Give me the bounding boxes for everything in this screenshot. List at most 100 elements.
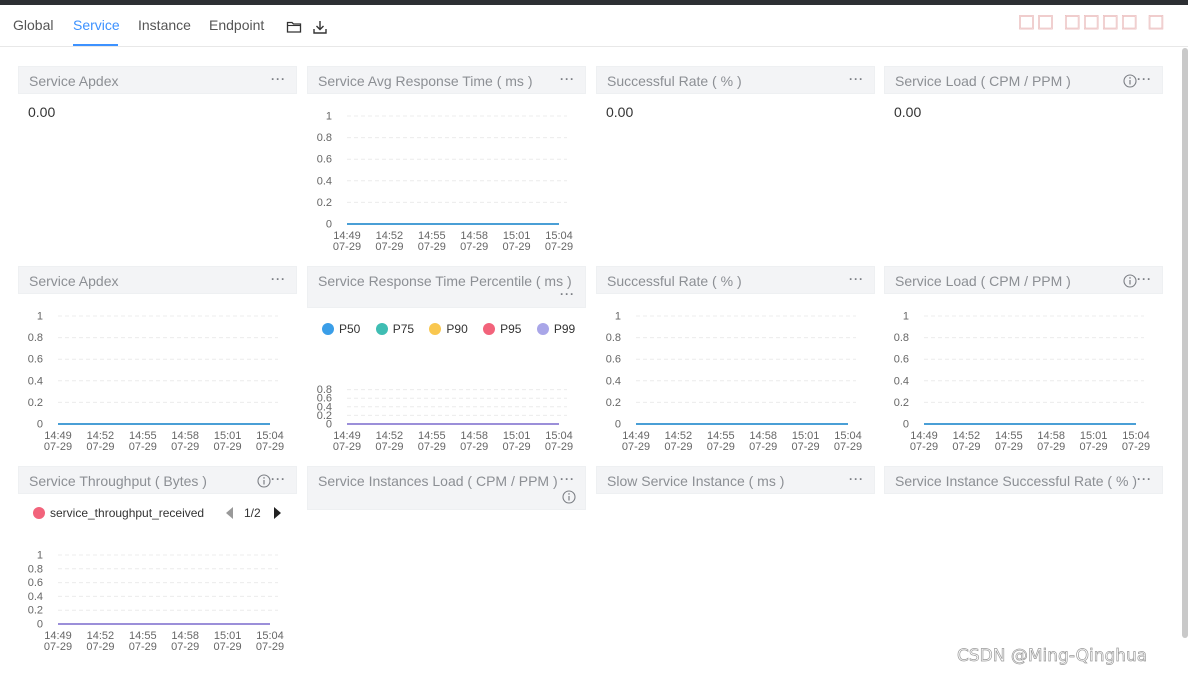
legend-item-p50[interactable]: P50 [322,322,360,336]
prev-page-icon[interactable] [224,506,234,520]
x-tick-date: 07-29 [44,441,72,453]
card-successful-rate: Successful Rate ( % ) ··· 0.00 [596,66,875,256]
more-options-icon[interactable]: ··· [849,72,864,86]
y-tick-label: 0.2 [28,397,43,409]
y-tick-label: 1 [903,311,909,323]
x-tick-date: 07-29 [375,441,403,453]
y-tick-label: 0 [37,619,43,631]
next-page-icon[interactable] [273,506,283,520]
throughput-line-chart: 10.80.60.40.2014:4907-2914:5207-2914:550… [28,550,284,654]
more-options-icon[interactable]: ··· [849,472,864,486]
x-tick-date: 07-29 [171,641,199,653]
x-tick-date: 07-29 [834,441,862,453]
card-title: Service Avg Response Time ( ms ) [318,73,533,89]
legend-item-p75[interactable]: P75 [375,322,415,336]
more-options-icon[interactable]: ··· [1137,272,1152,286]
y-tick-label: 0.4 [317,175,332,187]
card-header: Service Instance Successful Rate ( % ) ·… [884,466,1163,494]
legend-item-throughput-received[interactable]: service_throughput_received [33,506,204,520]
x-tick-date: 07-29 [749,441,777,453]
x-tick-date: 07-29 [792,441,820,453]
x-tick-date: 07-29 [1037,441,1065,453]
y-tick-label: 1 [326,111,332,123]
more-options-icon[interactable]: ··· [271,72,286,86]
card-instance-successful-rate: Service Instance Successful Rate ( % ) ·… [884,466,1163,494]
y-tick-label: 0.4 [28,375,43,387]
card-title: Service Instance Successful Rate ( % ) [895,473,1137,489]
vertical-scrollbar[interactable] [1182,48,1188,638]
more-options-icon[interactable]: ··· [1137,472,1152,486]
card-service-apdex: Service Apdex ··· 0.00 [18,66,297,256]
more-options-icon[interactable]: ··· [560,472,575,486]
legend-label: service_throughput_received [50,506,205,520]
legend-label: P50 [339,322,361,336]
card-title: Successful Rate ( % ) [607,273,742,289]
metric-value: 0.00 [28,104,56,120]
y-tick-label: 0 [37,419,43,431]
legend-marker [375,323,388,335]
x-tick-date: 07-29 [44,641,72,653]
x-tick-date: 07-29 [995,441,1023,453]
card-header: Successful Rate ( % ) ··· [596,66,875,94]
y-tick-label: 0 [326,219,332,231]
card-header: Service Instances Load ( CPM / PPM ) ··· [307,466,586,510]
line-chart: 10.80.60.40.2014:4907-2914:5207-2914:550… [606,311,862,454]
y-tick-label: 0.6 [894,354,909,366]
legend-marker [483,323,496,335]
tab-service[interactable]: Service [73,17,120,33]
x-tick-date: 07-29 [256,441,284,453]
info-icon[interactable] [257,474,271,488]
card-header: Service Apdex ··· [18,266,297,294]
legend-pager: 1/2 [244,506,261,520]
download-icon[interactable] [312,19,328,35]
more-options-icon[interactable]: ··· [849,272,864,286]
x-tick-date: 07-29 [910,441,938,453]
x-tick-date: 07-29 [664,441,692,453]
more-options-icon[interactable]: ··· [1137,72,1152,86]
tab-global[interactable]: Global [13,17,53,33]
legend-label: P95 [500,322,522,336]
legend-label: P99 [553,322,576,336]
metric-value: 0.00 [606,104,634,120]
faded-header-glyphs: □□ □□□□ □ [1018,11,1167,33]
card-title: Service Load ( CPM / PPM ) [895,73,1071,89]
card-header: Service Apdex ··· [18,66,297,94]
watermark: CSDN @Ming-Qinghua [957,646,1148,667]
more-options-icon[interactable]: ··· [560,72,575,86]
x-tick-date: 07-29 [418,241,446,253]
more-options-icon[interactable]: ··· [560,287,575,301]
info-icon[interactable] [1123,74,1137,88]
info-icon[interactable] [1123,274,1137,288]
card-title: Service Apdex [29,73,119,89]
more-options-icon[interactable]: ··· [271,272,286,286]
legend-item-p90[interactable]: P90 [429,322,468,336]
card-header: Service Avg Response Time ( ms ) ··· [307,66,586,94]
x-tick-date: 07-29 [129,641,157,653]
legend-label: P75 [392,322,415,336]
chart-legend: service_throughput_received [33,506,216,520]
x-tick-date: 07-29 [1080,441,1108,453]
legend-item-p95[interactable]: P95 [483,322,521,336]
x-tick-date: 07-29 [129,441,157,453]
active-tab-indicator [73,44,118,46]
card-service-apdex-chart: Service Apdex ··· 1 0.8 0.6 0.4 0.2 0 14:49 07-… [18,266,297,456]
card-service-instances-load: Service Instances Load ( CPM / PPM ) ··· [307,466,586,510]
y-tick-label: 0.2 [317,197,332,209]
y-tick-label: 0 [903,419,909,431]
card-service-load: Service Load ( CPM / PPM ) ··· 0.00 [884,66,1163,256]
folder-icon[interactable] [286,19,302,35]
more-options-icon[interactable]: ··· [271,472,286,486]
y-tick-label: 1 [37,550,43,562]
y-tick-label: 0 [615,419,621,431]
legend-label: P90 [446,322,468,336]
legend-marker [322,323,334,335]
card-header: Service Throughput ( Bytes ) ··· [18,466,297,494]
tab-instance[interactable]: Instance [138,17,191,33]
y-tick-label: 0.4 [606,375,621,387]
info-icon[interactable] [562,490,576,504]
x-tick-date: 07-29 [333,241,361,253]
card-title: Service Apdex [29,273,119,289]
card-header: Slow Service Instance ( ms ) ··· [596,466,875,494]
tab-endpoint[interactable]: Endpoint [209,17,264,33]
legend-item-p99[interactable]: P99 [536,322,576,336]
